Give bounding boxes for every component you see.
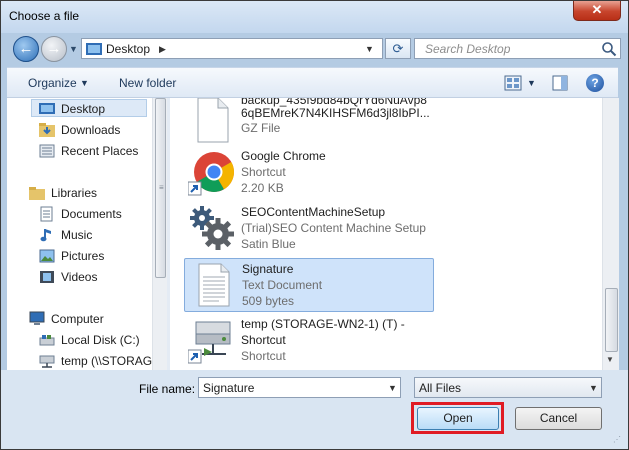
chrome-icon — [188, 152, 234, 196]
file-size: 2.20 KB — [241, 181, 284, 195]
nav-item-label: Desktop — [61, 102, 106, 116]
search-placeholder: Search Desktop — [425, 42, 511, 56]
file-list: backup_435f9bd84bQrYd6NuAvp8 6qBEMreK7N4… — [170, 98, 619, 370]
preview-pane-icon[interactable] — [552, 75, 568, 91]
views-dropdown-icon[interactable]: ▼ — [527, 76, 536, 90]
local-disk-icon — [39, 335, 55, 346]
file-icon — [197, 98, 229, 143]
chevron-down-icon[interactable]: ▼ — [80, 76, 89, 90]
file-dialog-window: Choose a file ✕ ← → ▼ Desktop ▶ ▼ ⟳ Sear… — [0, 0, 629, 450]
file-name: Google Chrome — [241, 149, 326, 163]
desktop-folder-icon — [86, 43, 102, 55]
help-icon[interactable]: ? — [586, 74, 604, 92]
file-name-input[interactable]: Signature ▼ — [198, 377, 401, 398]
file-type: Text Document — [242, 278, 323, 292]
downloads-folder-icon — [39, 123, 55, 137]
file-type: GZ File — [241, 121, 281, 135]
file-type-select[interactable]: All Files ▼ — [414, 377, 602, 398]
recent-places-icon — [39, 144, 55, 158]
videos-icon — [40, 271, 54, 283]
file-name-value: Signature — [203, 381, 255, 395]
navigation-pane: Desktop Downloads Recent Places Librarie… — [7, 98, 167, 370]
scroll-down-arrow-icon[interactable]: ▼ — [606, 356, 614, 364]
nav-item-label: Computer — [51, 312, 104, 326]
file-name-continued: Shortcut — [241, 333, 286, 347]
open-button[interactable]: Open — [417, 407, 499, 430]
file-list-scrollbar[interactable]: ▼ — [602, 98, 619, 370]
recent-locations-dropdown[interactable]: ▼ — [69, 43, 79, 55]
nav-item-label: Music — [61, 228, 93, 242]
file-name-continued: 6qBEMreK7N4KIHSFM6d3jl8IbPI... — [241, 106, 430, 120]
nav-item-label: Pictures — [61, 249, 105, 263]
refresh-button[interactable]: ⟳ — [385, 38, 411, 59]
chevron-down-icon: ▼ — [589, 383, 598, 393]
file-type: (Trial)SEO Content Machine Setup — [241, 221, 426, 235]
nav-scrollbar[interactable]: ≡ — [152, 98, 167, 370]
new-folder-button[interactable]: New folder — [119, 76, 176, 90]
file-size: 509 bytes — [242, 294, 295, 308]
file-type: Shortcut — [241, 349, 286, 363]
desktop-icon — [39, 103, 55, 114]
pictures-icon — [39, 249, 55, 263]
libraries-icon — [29, 187, 45, 200]
file-item-google-chrome[interactable]: Google Chrome Shortcut 2.20 KB — [184, 146, 434, 200]
breadcrumb-chevron-icon[interactable]: ▶ — [159, 42, 166, 56]
file-item-seo-content-machine[interactable]: SEOContentMachineSetup (Trial)SEO Conten… — [184, 202, 434, 256]
address-location: Desktop — [106, 42, 151, 56]
resize-grip-icon[interactable]: ⋰ — [613, 436, 621, 444]
forward-button[interactable]: → — [41, 36, 67, 62]
nav-item-label: Documents — [61, 207, 122, 221]
window-title: Choose a file — [9, 9, 80, 23]
cancel-button[interactable]: Cancel — [515, 407, 602, 430]
title-bar[interactable]: Choose a file ✕ — [1, 1, 628, 33]
chevron-down-icon: ▼ — [69, 44, 78, 54]
file-item-signature[interactable]: Signature Text Document 509 bytes — [184, 258, 434, 312]
file-name-label: File name: — [139, 382, 196, 396]
close-button[interactable]: ✕ — [573, 1, 621, 21]
nav-item-label: temp (\\STORAG — [61, 354, 153, 368]
organize-button[interactable]: Organize — [28, 76, 77, 90]
arrow-left-icon: ← — [18, 40, 34, 57]
nav-item-label: Recent Places — [61, 144, 139, 158]
network-drive-shortcut-icon — [188, 321, 231, 364]
gear-icon — [190, 206, 234, 250]
search-icon[interactable] — [601, 41, 617, 57]
file-item-backup[interactable]: backup_435f9bd84bQrYd6NuAvp8 6qBEMreK7N4… — [184, 98, 434, 148]
file-scroll-thumb[interactable] — [605, 288, 618, 352]
nav-item-label: Local Disk (C:) — [61, 333, 140, 347]
search-input[interactable]: Search Desktop — [414, 38, 621, 59]
nav-item-label: Libraries — [51, 186, 98, 200]
scroll-grip-icon: ≡ — [159, 183, 164, 192]
nav-scroll-thumb[interactable]: ≡ — [155, 98, 166, 278]
file-name: SEOContentMachineSetup — [241, 205, 386, 219]
dialog-footer: File name: Signature ▼ All Files ▼ Open … — [1, 370, 628, 449]
file-name-dropdown-icon[interactable]: ▼ — [388, 381, 397, 395]
nav-item-label: Downloads — [61, 123, 121, 137]
back-button[interactable]: ← — [13, 36, 39, 62]
file-company: Satin Blue — [241, 237, 296, 251]
refresh-icon: ⟳ — [392, 41, 404, 56]
text-document-icon — [198, 263, 230, 307]
file-type-value: All Files — [419, 381, 462, 395]
command-toolbar: Organize ▼ New folder ▼ ? — [7, 67, 618, 98]
file-name: temp (STORAGE-WN2-1) (T) - — [241, 317, 405, 331]
arrow-right-icon: → — [46, 40, 62, 57]
nav-item-label: Videos — [61, 270, 98, 284]
documents-icon — [40, 206, 53, 222]
file-name: Signature — [242, 262, 294, 276]
computer-icon — [29, 311, 45, 325]
music-icon — [40, 229, 51, 242]
change-view-icon[interactable] — [504, 75, 522, 91]
network-drive-icon — [39, 355, 55, 368]
address-bar[interactable]: Desktop ▶ ▼ — [81, 38, 383, 59]
file-type: Shortcut — [241, 165, 286, 179]
file-item-temp-shortcut[interactable]: temp (STORAGE-WN2-1) (T) - Shortcut Shor… — [184, 314, 434, 368]
address-dropdown-icon[interactable]: ▼ — [365, 42, 374, 56]
